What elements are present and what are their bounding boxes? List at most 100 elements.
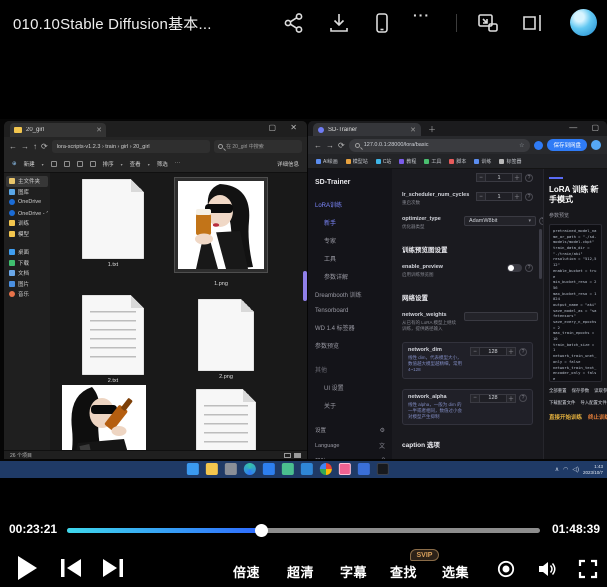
- browser-profile-avatar: [591, 140, 601, 150]
- play-button[interactable]: [16, 555, 38, 581]
- bookmark-item: 教程: [399, 158, 416, 165]
- bookmark-item: AI绘画: [316, 158, 338, 165]
- form-field-network-dim: network_dim 线性 dim，代表模型大小，数值越大模型越精细，常用 4…: [402, 342, 533, 378]
- file-item: 3.txt: [184, 389, 268, 450]
- rename-icon: [77, 161, 83, 167]
- browser-tab-strip: SD-Trainer ✕ ＋ — ▢: [308, 121, 607, 136]
- volume-icon: ◁): [572, 466, 579, 473]
- window-controls: — ▢: [569, 123, 605, 132]
- help-icon: ?: [382, 458, 385, 459]
- sdtrainer-sidebar: SD-Trainer LoRA训练 新手 专家 工具 参数详解 Dreamboo…: [308, 169, 392, 459]
- decrement-button: −: [470, 347, 480, 356]
- import-config-link: 导入配置文件: [580, 400, 606, 406]
- panel-links-row1: 全部重置 保存参数 读取参数: [549, 388, 602, 394]
- pip-icon[interactable]: [476, 11, 500, 35]
- nav-expert: 专家: [315, 236, 385, 245]
- bookmark-star-icon: ☆: [519, 142, 524, 149]
- section-preview: 训练预览图设置: [402, 244, 533, 254]
- panel-subheading: 参数预览: [549, 212, 602, 219]
- video-surface[interactable]: 20_girl ✕ ▢ ✕ ← → ↑ ⟳ lora-scripts-v1.2.…: [0, 119, 607, 478]
- decrement-button: −: [476, 192, 486, 201]
- folder-icon: [9, 220, 15, 226]
- breadcrumb: lora-scripts-v1.2.3 › train › girl › 20_…: [52, 140, 210, 153]
- refresh-icon: ⟳: [338, 141, 345, 150]
- more-icon[interactable]: ···: [413, 7, 437, 31]
- store-icon: [262, 463, 274, 475]
- image-thumbnail: [174, 177, 268, 273]
- explorer-tab-title: 20_girl: [26, 127, 92, 133]
- find-button[interactable]: 查找: [390, 562, 417, 581]
- svip-badge: SVIP: [410, 549, 439, 561]
- text-file-icon: [198, 299, 254, 371]
- bookmark-icon: [449, 159, 454, 164]
- sidebar-item-folder-train: 训练: [6, 218, 48, 229]
- copy-icon: [64, 161, 70, 167]
- subtitle-button[interactable]: 字幕: [340, 562, 367, 581]
- edge-icon: [243, 463, 255, 475]
- optimizer-select: AdamW8bit▾: [464, 216, 536, 226]
- taskbar-clock: 1:43 2023/10/7: [583, 464, 603, 476]
- progress-bar[interactable]: [67, 528, 540, 533]
- record-icon[interactable]: [497, 560, 515, 578]
- nav-lora-training: LoRA训练: [315, 200, 385, 209]
- docs-icon: [357, 463, 369, 475]
- footer-language: Language文: [315, 441, 385, 450]
- nav-param-docs: 参数详解: [315, 272, 385, 281]
- form-field-partial: −1＋ ?: [402, 173, 533, 182]
- quality-button[interactable]: 超清: [287, 562, 314, 581]
- forward-icon: →: [21, 142, 29, 151]
- explorer-tab: 20_girl ✕: [10, 123, 106, 137]
- explorer-search-input: 在 20_girl 中搜索: [214, 140, 302, 153]
- decrement-button: −: [470, 394, 480, 403]
- extension-icon: [534, 141, 543, 150]
- sidebar-footer: 设置⚙ Language文 帮助?: [315, 419, 385, 459]
- bookmark-icon: [346, 159, 351, 164]
- panel-heading: LoRA 训练 新手模式: [549, 185, 602, 205]
- nav-section-other: 其他: [315, 365, 385, 374]
- phone-icon[interactable]: [370, 11, 394, 35]
- scrollbar-thumb: [303, 271, 307, 301]
- nav-param-preview: 参数预览: [315, 341, 385, 350]
- section-caption: caption 选项: [402, 439, 533, 449]
- progress-fill: [67, 528, 261, 533]
- bookmark-icon: [376, 159, 381, 164]
- scrollbar-thumb: [539, 229, 542, 279]
- sidebar-item-onedrive: OneDrive: [6, 197, 48, 208]
- search-icon: [218, 144, 223, 149]
- nav-wd14-tagger: WD 1.4 标签器: [315, 323, 385, 332]
- total-time: 01:48:39: [552, 522, 600, 536]
- downloads-icon: [9, 260, 15, 266]
- help-icon: ?: [519, 348, 527, 356]
- refresh-icon: ⟳: [41, 142, 48, 151]
- start-training-button: 直接开始训练: [549, 413, 582, 421]
- progress-handle[interactable]: [255, 524, 268, 537]
- episodes-button[interactable]: 选集: [442, 562, 469, 581]
- sidebar-item-gallery: 图库: [6, 187, 48, 198]
- playback-speed-button[interactable]: 倍速: [233, 562, 260, 581]
- file-item: bili.png: [54, 385, 154, 450]
- explorer-file-grid: 1.txt: [50, 173, 307, 450]
- photos-icon: [281, 463, 293, 475]
- network-icon: ◠: [563, 466, 568, 473]
- photo-woman-glass: [178, 181, 264, 269]
- increment-button: ＋: [506, 394, 516, 403]
- avatar[interactable]: [570, 9, 597, 36]
- volume-icon[interactable]: [537, 559, 557, 579]
- terminal-icon: [376, 463, 388, 475]
- share-icon[interactable]: [282, 11, 306, 35]
- nav-ui-settings: UI 设置: [315, 383, 385, 392]
- next-button[interactable]: [101, 557, 125, 579]
- fullscreen-icon[interactable]: [578, 559, 598, 579]
- previous-button[interactable]: [59, 557, 83, 579]
- form-field-network-alpha: network_alpha 线性 alpha，一般为 dim 的一半或者相同，数…: [402, 389, 533, 425]
- bookmark-icon: [316, 159, 321, 164]
- flip-window-icon[interactable]: [520, 11, 544, 35]
- folder-icon: [9, 231, 15, 237]
- site-info-icon: [355, 143, 360, 148]
- stop-training-button: 终止训练: [588, 413, 607, 421]
- folder-icon: [14, 127, 22, 133]
- home-icon: [9, 178, 15, 184]
- download-icon[interactable]: [327, 11, 351, 35]
- enable-preview-toggle: [507, 264, 522, 272]
- item-count: 26 个项目: [10, 452, 32, 459]
